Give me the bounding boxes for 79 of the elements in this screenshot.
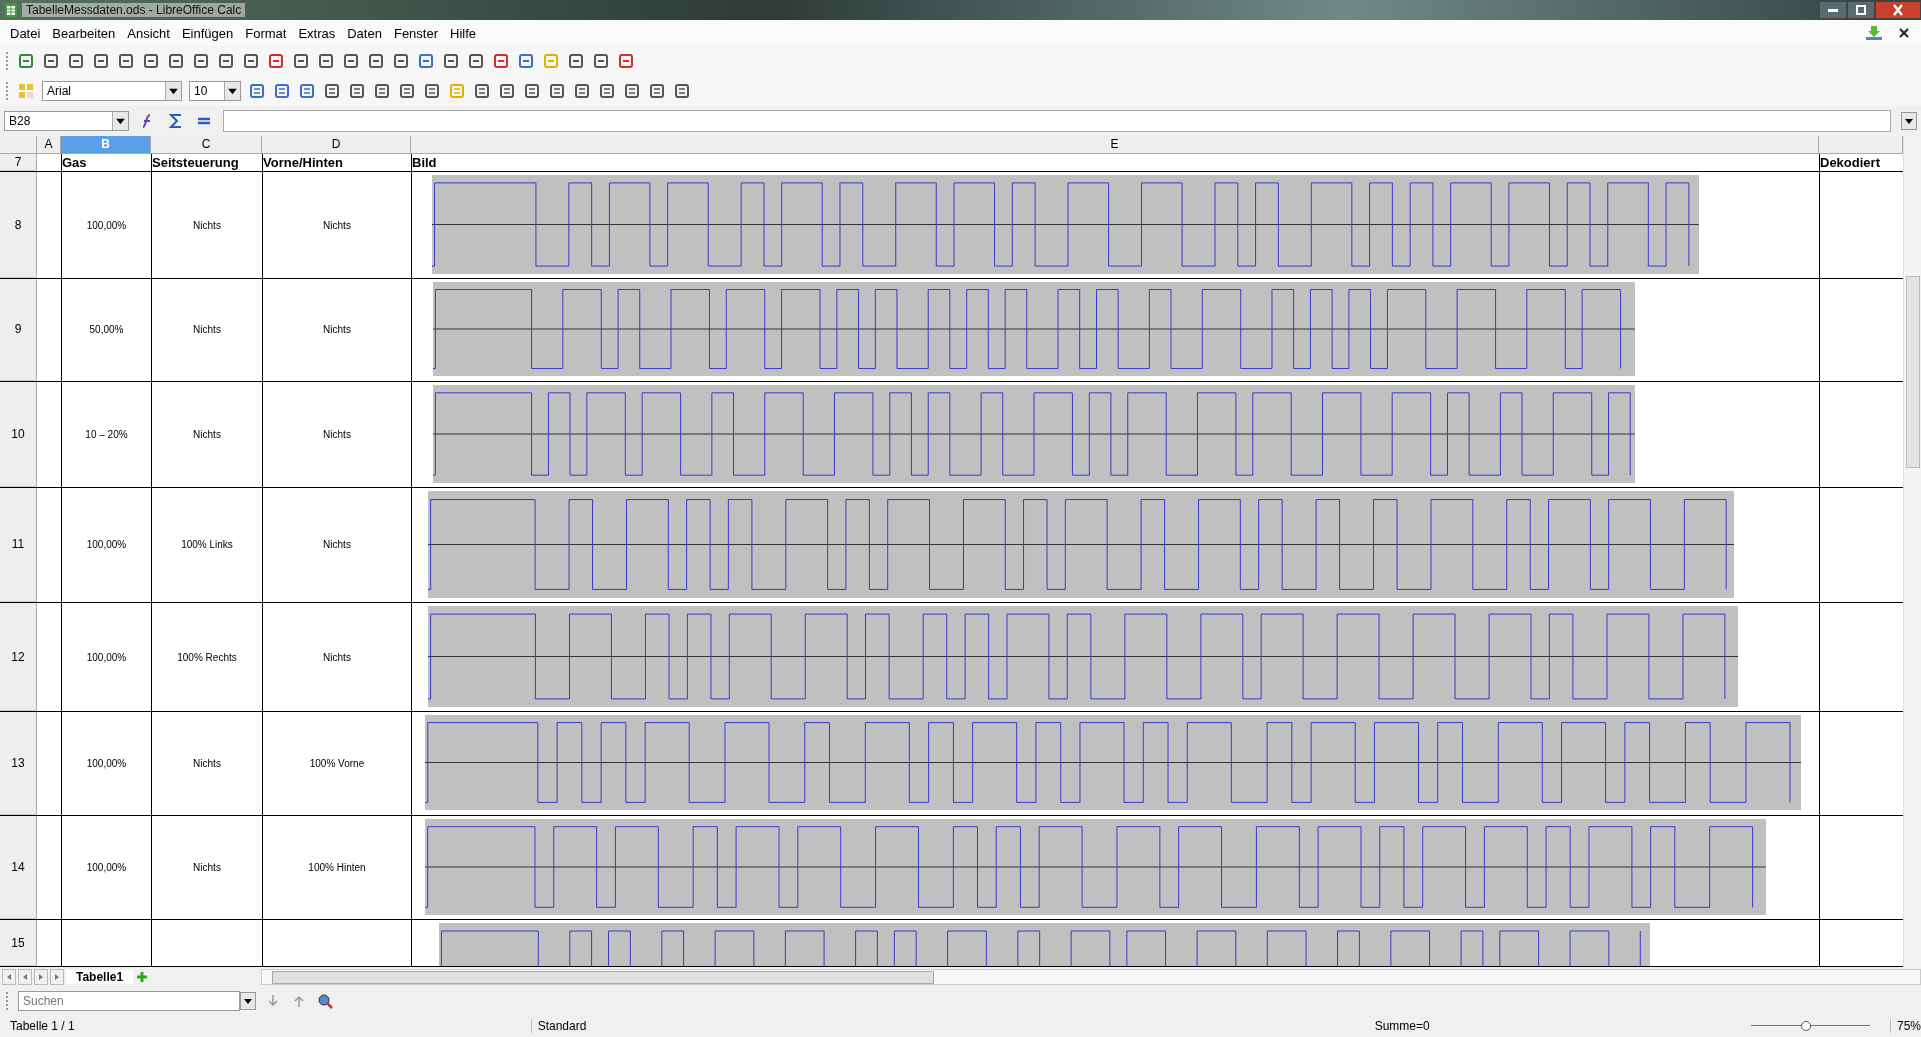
menu-item[interactable]: Einfügen [175,25,240,41]
vertical-scrollbar[interactable] [1903,136,1921,967]
table-cell: Nichts [193,428,221,440]
row-header[interactable]: 11 [0,487,37,603]
table-cell: Nichts [193,219,221,231]
dropdown-caret-icon[interactable] [112,112,128,130]
dropdown-caret-icon[interactable] [240,992,256,1010]
spreadsheet-icon [4,2,18,18]
zoom-level[interactable]: 75% [1889,1019,1921,1033]
header-cell: Vorne/Hinten [263,154,343,170]
horizontal-scrollbar[interactable] [261,969,1921,985]
search-field[interactable]: Suchen [18,991,240,1011]
header-cell: Bild [412,154,437,170]
table-cell: Nichts [323,539,351,551]
menu-item[interactable]: Daten [341,25,388,41]
sheet-nav-button[interactable] [50,969,64,985]
menu-item[interactable]: Extras [292,25,342,41]
menu-item[interactable]: Fenster [387,25,444,41]
sheet-nav-button[interactable] [2,969,16,985]
sheet-nav-button[interactable] [34,969,48,985]
header-cell: Gas [62,154,87,170]
sheet-nav-button[interactable] [18,969,32,985]
restore-button[interactable] [1847,1,1875,19]
close-button[interactable] [1875,1,1921,19]
menu-item[interactable]: Datei [4,25,47,41]
table-cell: 100% Rechts [177,651,237,663]
table-cell: 50,00% [89,324,124,336]
add-sheet-icon[interactable] [135,970,150,984]
row-header[interactable]: 14 [0,815,37,919]
table-cell: Nichts [323,651,351,663]
table-cell: 100,00% [86,539,127,551]
table-cell: Nichts [323,428,351,440]
header-cell: Dekodiert [1820,154,1880,170]
column-header[interactable]: D [262,136,411,153]
dropdown-caret-icon[interactable] [1901,112,1917,130]
menu-item[interactable]: Bearbeiten [46,25,122,41]
table-cell: Nichts [323,324,351,336]
row-header[interactable]: 7 [0,154,37,171]
sheet-count: Tabelle 1 / 1 [10,1019,76,1033]
row-header[interactable]: 13 [0,712,37,815]
table-cell: Nichts [193,758,221,769]
row-header[interactable]: 9 [0,279,37,381]
find-replace-icon[interactable] [316,992,334,1010]
row-header[interactable]: 12 [0,603,37,712]
sheet-tab[interactable]: Tabelle1 [66,970,134,984]
menu-item[interactable]: Hilfe [444,25,483,41]
dropdown-caret-icon[interactable] [165,82,181,100]
name-box[interactable]: B28 [4,111,129,131]
header-cell: Seitsteuerung [152,154,239,170]
column-header[interactable]: E [411,136,1819,153]
window-title: TabelleMessdaten.ods - LibreOffice Calc [22,3,246,17]
menu-item[interactable]: Ansicht [121,25,176,41]
table-cell: 100,00% [86,219,127,231]
column-header[interactable]: C [151,136,262,153]
table-cell: 100,00% [86,651,127,663]
row-header[interactable]: 15 [0,920,37,966]
table-cell: 100% Hinten [308,861,366,873]
font-size-box[interactable]: 10 [189,81,241,101]
table-cell: Nichts [323,219,351,231]
table-cell: Nichts [193,324,221,336]
page-style: Standard [530,1019,1054,1033]
sum-display: Summe=0 [1373,1019,1431,1033]
table-cell: 100% Links [181,539,233,551]
table-cell: 100,00% [86,861,127,873]
table-cell: 10 – 20% [85,428,128,440]
row-header[interactable]: 10 [0,381,37,487]
formula-input[interactable] [223,110,1891,132]
row-header[interactable]: 8 [0,171,37,279]
zoom-slider[interactable] [1750,1020,1870,1032]
table-cell: 100% Vorne [309,758,365,769]
table-cell: Nichts [193,861,221,873]
menu-item[interactable]: Format [239,25,293,41]
minimize-button[interactable] [1819,1,1847,19]
table-cell: 100,00% [86,758,127,769]
font-name-box[interactable]: Arial [42,81,182,101]
close-icon[interactable] [1899,28,1909,38]
download-icon[interactable] [1865,24,1883,42]
dropdown-caret-icon[interactable] [224,82,240,100]
minimize-icon [1828,8,1838,12]
